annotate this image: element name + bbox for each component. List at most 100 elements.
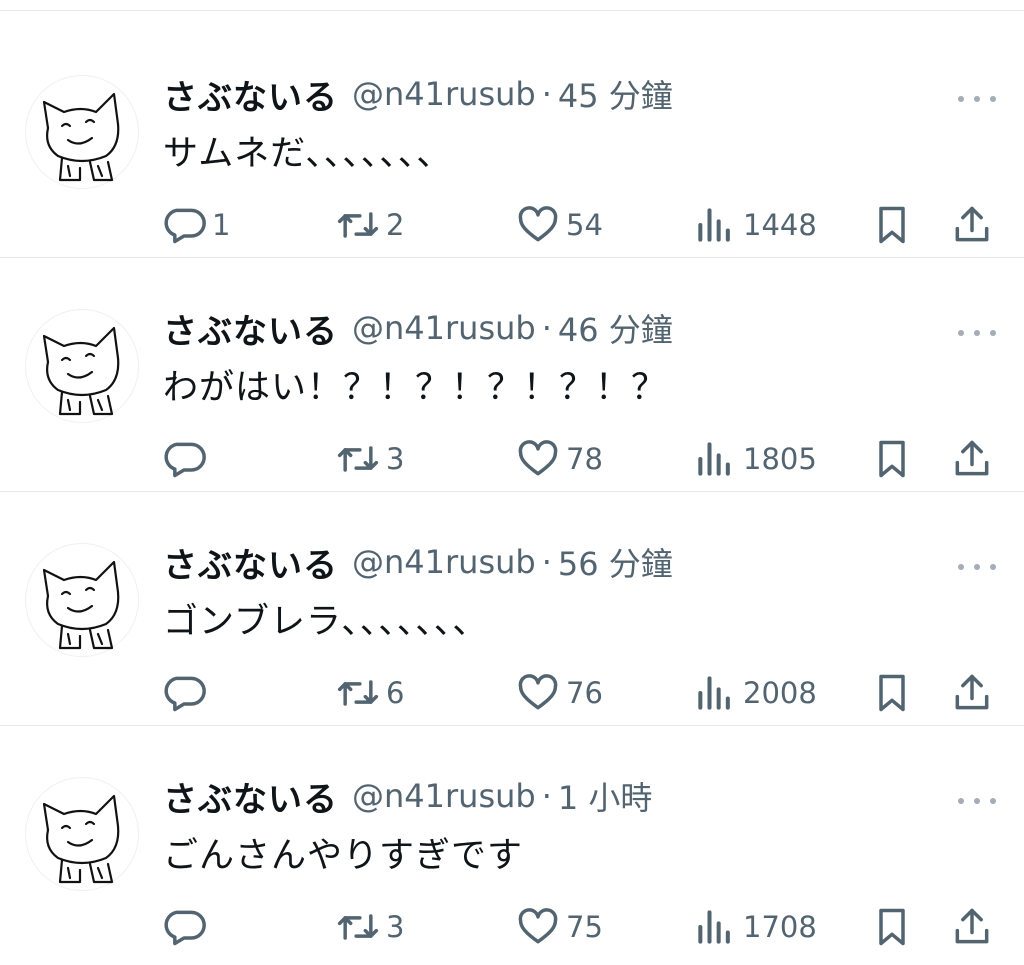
tweet-actions: 3 75 1708 <box>0 897 1024 957</box>
cat-drawing-avatar-icon <box>42 560 120 650</box>
display-name[interactable]: さぶないる <box>163 772 338 821</box>
bookmark-icon <box>879 674 905 712</box>
cat-drawing-avatar-icon <box>42 92 120 182</box>
views-button[interactable]: 1805 <box>693 429 817 489</box>
retweet-icon <box>337 446 379 472</box>
cat-drawing-avatar-icon <box>42 326 120 416</box>
tweet-actions: 1 2 54 1448 <box>0 195 1024 255</box>
share-button[interactable] <box>950 195 994 255</box>
views-chart-icon <box>698 442 730 476</box>
heart-icon <box>518 440 558 476</box>
user-handle[interactable]: @n41rusub <box>352 309 536 347</box>
tweet-text: ごんさんやりすぎです <box>163 836 524 876</box>
retweet-icon <box>337 212 379 238</box>
views-button[interactable]: 2008 <box>693 663 817 723</box>
views-button[interactable]: 1448 <box>693 195 817 255</box>
user-handle[interactable]: @n41rusub <box>352 777 536 815</box>
tweet[interactable]: さぶないる @n41rusub · 46 分鐘 わがはい！？！？！？！？！？ 3… <box>0 259 1024 492</box>
tweet[interactable]: さぶないる @n41rusub · 45 分鐘 サムネだ、、、、、、、 1 2 … <box>0 25 1024 258</box>
like-count: 76 <box>566 676 603 710</box>
avatar[interactable] <box>25 75 139 189</box>
more-options-icon[interactable] <box>955 553 999 581</box>
retweet-count: 3 <box>386 910 405 944</box>
timestamp[interactable]: 46 分鐘 <box>558 305 673 351</box>
reply-icon <box>164 208 206 244</box>
view-count: 1708 <box>743 910 817 944</box>
more-options-icon[interactable] <box>955 787 999 815</box>
like-count: 54 <box>566 208 603 242</box>
reply-icon <box>164 676 206 712</box>
tweet-header: さぶないる @n41rusub · 46 分鐘 <box>163 303 673 353</box>
tweet-text: サムネだ、、、、、、、 <box>163 134 453 174</box>
tweet-text: ゴンブレラ、、、、、、、 <box>163 602 489 642</box>
top-divider <box>0 10 1024 11</box>
bookmark-icon <box>879 908 905 946</box>
user-handle[interactable]: @n41rusub <box>352 543 536 581</box>
share-button[interactable] <box>950 429 994 489</box>
timestamp[interactable]: 1 小時 <box>558 773 653 819</box>
bookmark-button[interactable] <box>870 429 914 489</box>
divider <box>0 491 1024 492</box>
timestamp[interactable]: 56 分鐘 <box>558 539 673 585</box>
retweet-count: 3 <box>386 442 405 476</box>
cat-drawing-avatar-icon <box>42 794 120 884</box>
avatar[interactable] <box>25 777 139 891</box>
like-button[interactable]: 75 <box>516 897 603 957</box>
share-icon <box>955 440 989 476</box>
bookmark-icon <box>879 440 905 478</box>
divider <box>0 257 1024 258</box>
share-icon <box>955 674 989 710</box>
reply-button[interactable]: 1 <box>162 195 230 255</box>
tweet-header: さぶないる @n41rusub · 56 分鐘 <box>163 537 673 587</box>
share-button[interactable] <box>950 663 994 723</box>
separator-dot: · <box>541 309 552 347</box>
bookmark-button[interactable] <box>870 663 914 723</box>
reply-button[interactable] <box>162 663 212 723</box>
tweet[interactable]: さぶないる @n41rusub · 56 分鐘 ゴンブレラ、、、、、、、 6 7… <box>0 493 1024 726</box>
tweet[interactable]: さぶないる @n41rusub · 1 小時 ごんさんやりすぎです 3 75 1… <box>0 727 1024 960</box>
retweet-icon <box>337 914 379 940</box>
view-count: 1805 <box>743 442 817 476</box>
retweet-icon <box>337 680 379 706</box>
reply-icon <box>164 442 206 478</box>
share-button[interactable] <box>950 897 994 957</box>
reply-button[interactable] <box>162 429 212 489</box>
user-handle[interactable]: @n41rusub <box>352 75 536 113</box>
retweet-button[interactable]: 3 <box>336 429 404 489</box>
like-button[interactable]: 76 <box>516 663 603 723</box>
display-name[interactable]: さぶないる <box>163 70 338 119</box>
bookmark-icon <box>879 206 905 244</box>
bookmark-button[interactable] <box>870 897 914 957</box>
like-button[interactable]: 54 <box>516 195 603 255</box>
like-button[interactable]: 78 <box>516 429 603 489</box>
timestamp[interactable]: 45 分鐘 <box>558 71 673 117</box>
more-options-icon[interactable] <box>955 85 999 113</box>
views-chart-icon <box>698 910 730 944</box>
more-options-icon[interactable] <box>955 319 999 347</box>
heart-icon <box>518 908 558 944</box>
views-button[interactable]: 1708 <box>693 897 817 957</box>
reply-button[interactable] <box>162 897 212 957</box>
tweet-header: さぶないる @n41rusub · 1 小時 <box>163 771 652 821</box>
tweet-actions: 6 76 2008 <box>0 663 1024 723</box>
retweet-button[interactable]: 6 <box>336 663 404 723</box>
heart-icon <box>518 206 558 242</box>
divider <box>0 725 1024 726</box>
avatar[interactable] <box>25 543 139 657</box>
avatar[interactable] <box>25 309 139 423</box>
retweet-count: 2 <box>386 208 405 242</box>
retweet-button[interactable]: 3 <box>336 897 404 957</box>
view-count: 2008 <box>743 676 817 710</box>
share-icon <box>955 908 989 944</box>
separator-dot: · <box>541 777 552 815</box>
display-name[interactable]: さぶないる <box>163 304 338 353</box>
tweet-actions: 3 78 1805 <box>0 429 1024 489</box>
reply-count: 1 <box>212 208 231 242</box>
display-name[interactable]: さぶないる <box>163 538 338 587</box>
view-count: 1448 <box>743 208 817 242</box>
reply-icon <box>164 910 206 946</box>
retweet-button[interactable]: 2 <box>336 195 404 255</box>
views-chart-icon <box>698 208 730 242</box>
bookmark-button[interactable] <box>870 195 914 255</box>
separator-dot: · <box>541 75 552 113</box>
